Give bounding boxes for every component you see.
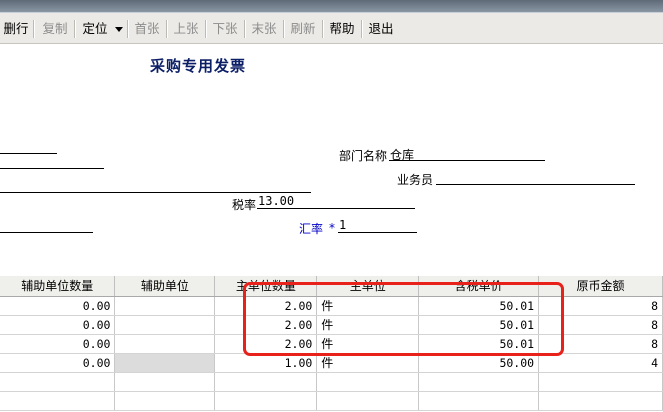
main-qty-cell[interactable]: 2.00 — [214, 315, 318, 335]
unit-price-cell[interactable]: 50.01 — [418, 315, 540, 335]
department-field[interactable] — [389, 160, 545, 161]
tax-rate-field[interactable] — [257, 208, 415, 209]
exchange-rate-value[interactable]: 1 — [339, 218, 346, 232]
main-unit-cell[interactable]: 件 — [316, 296, 420, 316]
aux-qty-cell[interactable]: 0.00 — [0, 334, 116, 354]
empty-cell[interactable] — [316, 391, 420, 411]
column-header-unit-price[interactable]: 含税单价 — [418, 276, 540, 297]
amount-cell[interactable]: 8 — [538, 315, 663, 335]
exit-button[interactable]: 退出 — [368, 19, 394, 39]
toolbar-separator — [205, 20, 207, 38]
previous-record-button[interactable]: 上张 — [173, 19, 199, 39]
empty-cell[interactable] — [114, 372, 216, 392]
amount-cell[interactable]: 8 — [538, 334, 663, 354]
empty-cell[interactable] — [316, 372, 420, 392]
toolbar-separator — [244, 20, 246, 38]
empty-cell[interactable] — [418, 372, 540, 392]
last-record-button[interactable]: 末张 — [251, 19, 277, 39]
exchange-rate-field[interactable] — [338, 232, 417, 233]
unit-price-cell[interactable]: 50.01 — [418, 334, 540, 354]
next-record-button[interactable]: 下张 — [212, 19, 238, 39]
amount-cell[interactable]: 8 — [538, 296, 663, 316]
toolbar-separator — [127, 20, 129, 38]
aux-unit-cell[interactable] — [114, 334, 216, 354]
column-header-aux-unit[interactable]: 辅助单位 — [114, 276, 216, 297]
empty-cell[interactable] — [114, 391, 216, 411]
toolbar-separator — [283, 20, 285, 38]
aux-qty-cell[interactable]: 0.00 — [0, 296, 116, 316]
unit-price-cell[interactable]: 50.00 — [418, 353, 540, 373]
unit-price-cell[interactable]: 50.01 — [418, 296, 540, 316]
table-row[interactable]: 0.00 2.00 件 50.01 8 — [0, 334, 663, 354]
window-title-strip — [0, 0, 663, 13]
salesman-label: 业务员 — [397, 173, 434, 187]
department-label: 部门名称 — [339, 149, 388, 163]
empty-cell[interactable] — [538, 372, 663, 392]
column-header-main-unit[interactable]: 主单位 — [316, 276, 420, 297]
main-unit-cell[interactable]: 件 — [316, 353, 420, 373]
main-qty-cell[interactable]: 2.00 — [214, 334, 318, 354]
empty-cell[interactable] — [538, 391, 663, 411]
first-record-button[interactable]: 首张 — [134, 19, 160, 39]
toolbar-separator — [166, 20, 168, 38]
empty-cell[interactable] — [0, 372, 116, 392]
page-title: 采购专用发票 — [150, 57, 247, 75]
copy-button[interactable]: 复制 — [42, 19, 68, 39]
aux-qty-cell[interactable]: 0.00 — [0, 315, 116, 335]
main-unit-cell[interactable]: 件 — [316, 334, 420, 354]
required-marker: * — [329, 221, 335, 235]
toolbar-separator — [33, 20, 35, 38]
grid-header-row: 辅助单位数量 辅助单位 主单位数量 主单位 含税单价 原币金额 — [0, 276, 663, 297]
tax-rate-label: 税率 — [232, 198, 257, 212]
exchange-rate-label: 汇率 — [299, 222, 324, 236]
table-row[interactable] — [0, 391, 663, 411]
aux-unit-cell[interactable] — [114, 353, 216, 373]
aux-unit-cell[interactable] — [114, 315, 216, 335]
tax-rate-value[interactable]: 13.00 — [258, 194, 294, 208]
column-header-aux-qty[interactable]: 辅助单位数量 — [0, 276, 116, 297]
invoice-line-grid: 辅助单位数量 辅助单位 主单位数量 主单位 含税单价 原币金额 0.00 2.0… — [0, 276, 663, 412]
delete-row-button[interactable]: 删行 — [3, 19, 29, 39]
table-row[interactable]: 0.00 1.00 件 50.00 4 — [0, 353, 663, 373]
field-underline[interactable] — [0, 232, 93, 233]
help-button[interactable]: 帮助 — [329, 19, 355, 39]
main-qty-cell[interactable]: 1.00 — [214, 353, 318, 373]
field-underline[interactable] — [0, 153, 57, 154]
main-unit-cell[interactable]: 件 — [316, 315, 420, 335]
field-underline[interactable] — [0, 168, 104, 169]
table-row[interactable]: 0.00 2.00 件 50.01 8 — [0, 315, 663, 335]
toolbar-separator — [361, 20, 363, 38]
table-row[interactable] — [0, 372, 663, 392]
toolbar: 删行 复制 定位 首张 上张 下张 末张 刷新 帮助 退出 — [0, 13, 663, 44]
locate-button[interactable]: 定位 — [82, 19, 108, 39]
column-header-amount[interactable]: 原币金额 — [538, 276, 663, 297]
empty-cell[interactable] — [214, 391, 318, 411]
chevron-down-icon[interactable] — [115, 27, 123, 32]
aux-qty-cell[interactable]: 0.00 — [0, 353, 116, 373]
toolbar-separator — [74, 20, 76, 38]
main-qty-cell[interactable]: 2.00 — [214, 296, 318, 316]
salesman-field[interactable] — [436, 184, 635, 185]
field-underline[interactable] — [0, 192, 311, 193]
aux-unit-cell[interactable] — [114, 296, 216, 316]
amount-cell[interactable]: 4 — [538, 353, 663, 373]
empty-cell[interactable] — [214, 372, 318, 392]
empty-cell[interactable] — [0, 391, 116, 411]
column-header-main-qty[interactable]: 主单位数量 — [214, 276, 318, 297]
refresh-button[interactable]: 刷新 — [290, 19, 316, 39]
toolbar-separator — [322, 20, 324, 38]
table-row[interactable]: 0.00 2.00 件 50.01 8 — [0, 296, 663, 316]
empty-cell[interactable] — [418, 391, 540, 411]
